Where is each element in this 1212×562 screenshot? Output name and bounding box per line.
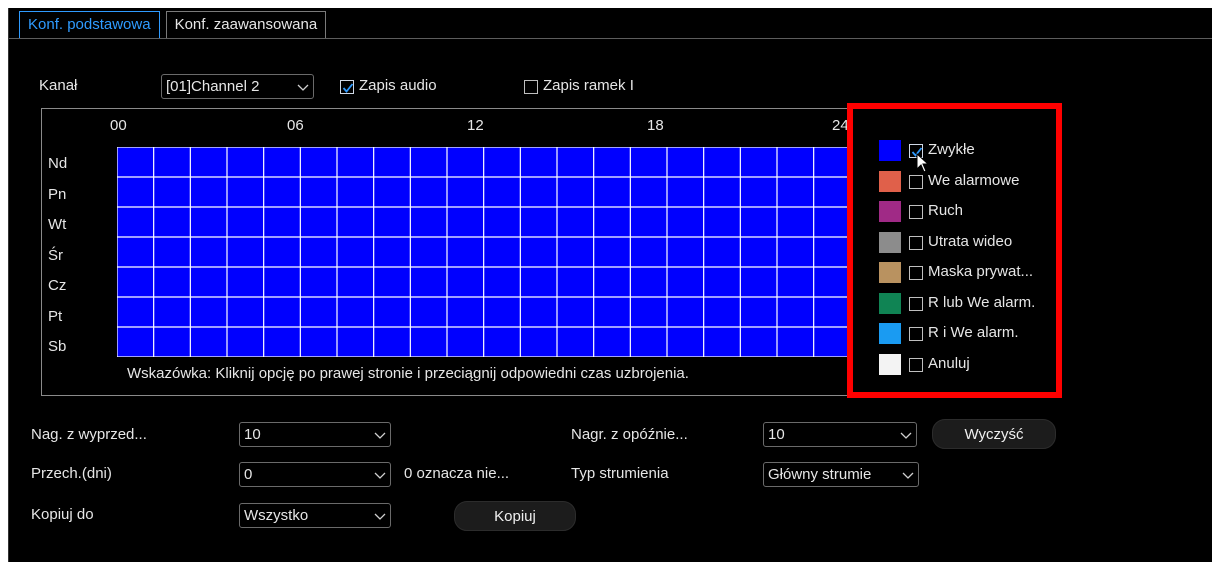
chevron-down-icon <box>902 472 914 479</box>
day-label: Nd <box>48 155 68 172</box>
prerecord-select[interactable]: 10 <box>239 422 391 447</box>
storage-days-label: Przech.(dni) <box>31 465 112 482</box>
chevron-down-icon <box>374 472 386 479</box>
color-swatch <box>879 292 901 314</box>
day-label: Śr <box>48 246 63 264</box>
postrecord-label: Nagr. z opóźnie... <box>571 426 688 443</box>
prerecord-value: 10 <box>244 426 261 443</box>
mouse-cursor-icon <box>916 153 930 173</box>
legend-label: Zwykłe <box>928 141 975 158</box>
iframe-record-checkbox[interactable] <box>524 80 538 94</box>
postrecord-value: 10 <box>768 426 785 443</box>
stream-type-value: Główny strumie <box>768 466 872 483</box>
record-type-legend: Zwykłe We alarmowe Ruch Utrata wideo Maska p… <box>847 103 1062 398</box>
copy-to-select[interactable]: Wszystko <box>239 503 391 528</box>
legend-label: Maska prywat... <box>928 263 1034 280</box>
chevron-down-icon <box>900 432 912 439</box>
copy-button[interactable]: Kopiuj <box>454 501 576 531</box>
tab-bar: Konf. podstawowa Konf. zaawansowana <box>19 11 327 38</box>
day-label: Wt <box>48 216 67 233</box>
legend-checkbox[interactable] <box>909 327 923 341</box>
record-settings-panel: Konf. podstawowa Konf. zaawansowana Kana… <box>8 8 1212 562</box>
color-swatch <box>879 140 901 161</box>
audio-record-label: Zapis audio <box>359 77 437 94</box>
color-swatch <box>879 170 901 192</box>
legend-label: Ruch <box>928 202 964 219</box>
hour-tick-label: 06 <box>287 117 304 134</box>
schedule-hint: Wskazówka: Kliknij opcję po prawej stron… <box>127 365 689 382</box>
chevron-down-icon <box>297 84 309 91</box>
day-label: Cz <box>48 277 67 294</box>
copy-to-value: Wszystko <box>244 507 309 524</box>
legend-label: Anuluj <box>928 354 970 372</box>
stream-type-label: Typ strumienia <box>571 465 669 482</box>
legend-checkbox[interactable] <box>909 174 923 189</box>
hour-tick-label: 00 <box>110 117 127 134</box>
legend-checkbox[interactable] <box>909 205 923 219</box>
storage-days-select[interactable]: 0 <box>239 462 391 487</box>
tab-basic-config[interactable]: Konf. podstawowa <box>19 11 160 38</box>
checkmark-icon <box>342 83 354 93</box>
hour-tick-label: 12 <box>467 117 484 134</box>
day-label: Pt <box>48 307 63 325</box>
legend-label: We alarmowe <box>928 171 1020 189</box>
prerecord-label: Nag. z wyprzed... <box>31 426 147 443</box>
tab-advanced-config[interactable]: Konf. zaawansowana <box>165 11 327 38</box>
storage-note: 0 oznacza nie... <box>404 465 510 482</box>
channel-select[interactable]: [01]Channel 2 <box>161 74 314 99</box>
legend-label: R lub We alarm. <box>928 293 1036 311</box>
color-swatch <box>879 201 901 222</box>
color-swatch <box>879 353 901 375</box>
channel-select-value: [01]Channel 2 <box>166 78 260 95</box>
color-swatch <box>879 231 901 253</box>
chevron-down-icon <box>374 513 386 520</box>
legend-checkbox[interactable] <box>909 296 923 311</box>
storage-days-value: 0 <box>244 466 253 483</box>
color-swatch <box>879 323 901 344</box>
legend-label: R i We alarm. <box>928 324 1019 341</box>
postrecord-select[interactable]: 10 <box>763 422 917 447</box>
stream-type-select[interactable]: Główny strumie <box>763 462 919 487</box>
audio-record-checkbox[interactable] <box>340 80 354 94</box>
iframe-record-label: Zapis ramek I <box>543 77 634 94</box>
legend-checkbox[interactable] <box>909 266 923 280</box>
copy-to-label: Kopiuj do <box>31 506 94 523</box>
day-label: Sb <box>48 338 67 355</box>
legend-label: Utrata wideo <box>928 232 1013 250</box>
legend-checkbox[interactable] <box>909 235 923 250</box>
channel-label: Kanał <box>39 77 78 94</box>
tab-divider <box>9 38 1212 39</box>
chevron-down-icon <box>374 432 386 439</box>
day-label: Pn <box>48 185 67 203</box>
legend-checkbox[interactable] <box>909 357 923 372</box>
hour-tick-label: 18 <box>647 117 664 134</box>
clear-button[interactable]: Wyczyść <box>932 419 1056 449</box>
color-swatch <box>879 262 901 283</box>
